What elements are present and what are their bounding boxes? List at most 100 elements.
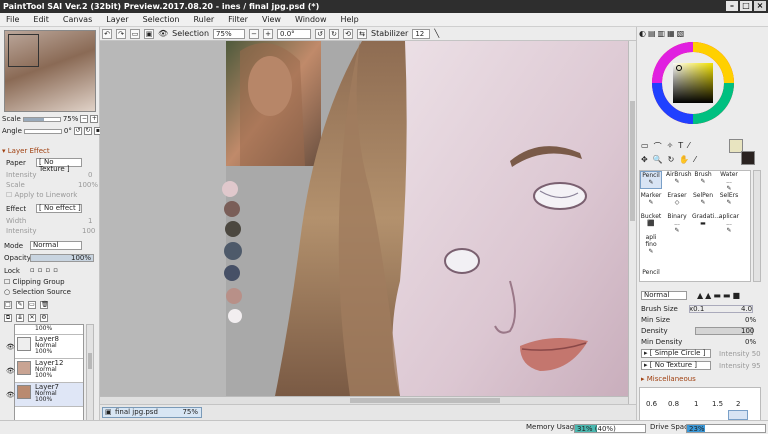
clear-layer-icon[interactable]: ✕ <box>28 314 36 322</box>
tool-apli-fino[interactable]: apli fino ✎ <box>640 234 662 255</box>
preset-size[interactable]: 0.6 <box>646 400 657 408</box>
layer-item[interactable]: Layer8 Normal 100% <box>15 335 83 359</box>
clipping-group-checkbox[interactable]: ☐ Clipping Group <box>4 278 65 286</box>
rotate-right-button[interactable]: ↻ <box>83 127 92 135</box>
zoom-out-icon[interactable]: − <box>249 28 260 39</box>
rect-select-icon[interactable]: ▭ <box>641 141 649 152</box>
tool-water[interactable]: Water ... ✎ <box>718 171 740 192</box>
hand-tool-icon[interactable]: ✋ <box>679 155 689 164</box>
flip-horizontal-icon[interactable]: ⇆ <box>357 28 368 39</box>
straight-line-icon[interactable]: ╲ <box>434 29 439 38</box>
tool-grid-scrollbar[interactable] <box>753 170 761 282</box>
tool-bucket[interactable]: Bucket ⬛ <box>640 213 662 231</box>
tool-binary[interactable]: Binary ... ✎ <box>666 213 688 234</box>
menu-ruler[interactable]: Ruler <box>193 15 214 24</box>
new-folder-icon[interactable]: ▭ <box>28 301 36 309</box>
brush-mode-select[interactable]: Normal <box>641 291 687 300</box>
preset-size[interactable]: 0.8 <box>668 400 679 408</box>
zoom-out-button[interactable]: − <box>80 115 89 123</box>
color-wheel[interactable] <box>651 41 735 125</box>
rotate-left-button[interactable]: ↺ <box>73 127 82 135</box>
new-brush-layer-icon[interactable]: ✎ <box>16 301 24 309</box>
merge-down-icon[interactable]: ⇊ <box>16 314 24 322</box>
tool-pencil[interactable]: Pencil ✎ <box>640 171 662 189</box>
layer-item[interactable]: Layer12 Normal 100% <box>15 359 83 383</box>
apply-linework-checkbox[interactable]: ☐ Apply to Linework <box>6 191 77 199</box>
scale-slider[interactable] <box>22 116 61 122</box>
preset-size[interactable]: 1.5 <box>712 400 723 408</box>
eye-icon[interactable]: 👁 <box>6 359 15 383</box>
opacity-slider[interactable]: 100% <box>30 254 94 262</box>
text-tool-icon[interactable]: T <box>678 141 683 152</box>
shape-triangle-icon[interactable]: ▲ <box>697 291 703 300</box>
layer-item[interactable]: 100% <box>15 325 83 335</box>
menu-file[interactable]: File <box>6 15 19 24</box>
tool-marker[interactable]: Marker ✎ <box>640 192 662 210</box>
layer-list-scrollbar[interactable] <box>86 324 94 434</box>
shape-round-icon[interactable]: ▬ <box>713 291 721 300</box>
tool-selpen[interactable]: SelPen ✎ <box>692 192 714 210</box>
move-icon[interactable]: ✥ <box>641 155 648 164</box>
shape-triangle-sharp-icon[interactable]: ▲ <box>705 291 711 300</box>
palette-tab-icon[interactable]: ▦ <box>667 29 675 38</box>
hsv-slider-tab-icon[interactable]: ▥ <box>658 29 666 38</box>
settings-icon[interactable]: ⚙ <box>40 314 48 322</box>
eye-icon[interactable]: 👁 <box>6 335 15 359</box>
menu-help[interactable]: Help <box>341 15 359 24</box>
invert-selection-icon[interactable]: ▣ <box>144 28 154 39</box>
canvas-hscrollbar[interactable] <box>100 396 628 404</box>
shape-flat-icon[interactable]: ▬ <box>723 291 731 300</box>
zoom-in-button[interactable]: + <box>90 115 99 123</box>
miscellaneous-header[interactable]: ▸ Miscellaneous <box>641 375 696 383</box>
canvas-vscrollbar[interactable] <box>628 41 636 404</box>
tool-brush[interactable]: Brush ✎ <box>692 171 714 189</box>
effect-select[interactable]: [ No effect ] <box>36 204 82 213</box>
color-picker-icon[interactable]: ⁄ <box>694 155 695 164</box>
zoom-select[interactable]: 75% <box>213 28 246 39</box>
tool-pencil-custom[interactable]: Pencil <box>640 269 662 287</box>
eyedropper-icon[interactable]: ⁄ <box>688 141 689 152</box>
copy-layer-icon[interactable]: ⧉ <box>4 314 12 322</box>
brush-texture-select[interactable]: ▸ [ No Texture ] <box>641 361 711 370</box>
paper-select[interactable]: [ No Texture ] <box>36 158 82 173</box>
rotate-ccw-icon[interactable]: ↺ <box>315 28 326 39</box>
magic-wand-icon[interactable]: ✧ <box>667 141 674 152</box>
blend-mode-select[interactable]: Normal <box>30 241 82 250</box>
selection-source-checkbox[interactable]: ○ Selection Source <box>4 288 71 296</box>
delete-layer-icon[interactable]: 🗑 <box>40 301 49 309</box>
lock-icons[interactable]: ▫▫▫▫ <box>30 266 61 274</box>
rgb-slider-tab-icon[interactable]: ▤ <box>648 29 656 38</box>
rotate-tool-icon[interactable]: ↻ <box>668 155 675 164</box>
rotation-select[interactable]: 0.0° <box>277 28 312 39</box>
deselect-icon[interactable]: ▭ <box>130 28 140 39</box>
tool-selerase[interactable]: SelErs ✎ <box>718 192 740 210</box>
preset-size[interactable]: 1 <box>694 400 698 408</box>
menu-view[interactable]: View <box>262 15 281 24</box>
rotate-cw-icon[interactable]: ↻ <box>329 28 340 39</box>
new-layer-icon[interactable]: □ <box>4 301 12 309</box>
angle-slider[interactable] <box>23 128 62 134</box>
menu-filter[interactable]: Filter <box>228 15 248 24</box>
zoom-in-icon[interactable]: + <box>263 28 274 39</box>
undo-icon[interactable]: ↶ <box>102 28 112 39</box>
document-tab[interactable]: ▣ final jpg.psd 75% <box>102 407 202 418</box>
menu-selection[interactable]: Selection <box>143 15 180 24</box>
stabilizer-select[interactable]: 12 <box>412 28 431 39</box>
layer-item-selected[interactable]: Layer7 Normal 100% <box>15 383 83 407</box>
color-wheel-tab-icon[interactable]: ◐ <box>639 29 646 38</box>
brush-shape-select[interactable]: ▸ [ Simple Circle ] <box>641 349 711 358</box>
layer-effect-header[interactable]: ▾ Layer Effect <box>2 147 50 155</box>
maximize-button[interactable]: □ <box>740 1 752 11</box>
swatches-tab-icon[interactable]: ▧ <box>677 29 685 38</box>
lasso-icon[interactable]: ⌒ <box>654 141 662 152</box>
tool-gradation[interactable]: Gradati... ▬ <box>692 213 720 231</box>
preset-size[interactable]: 2 <box>736 400 740 408</box>
shape-square-icon[interactable]: ■ <box>732 291 740 300</box>
drawing-canvas[interactable] <box>100 41 628 396</box>
preset-selected[interactable] <box>728 410 748 420</box>
navigator-preview[interactable] <box>4 30 96 112</box>
redo-icon[interactable]: ↷ <box>116 28 126 39</box>
menu-layer[interactable]: Layer <box>106 15 128 24</box>
rotate-reset-icon[interactable]: ⟲ <box>343 28 354 39</box>
menu-canvas[interactable]: Canvas <box>63 15 92 24</box>
